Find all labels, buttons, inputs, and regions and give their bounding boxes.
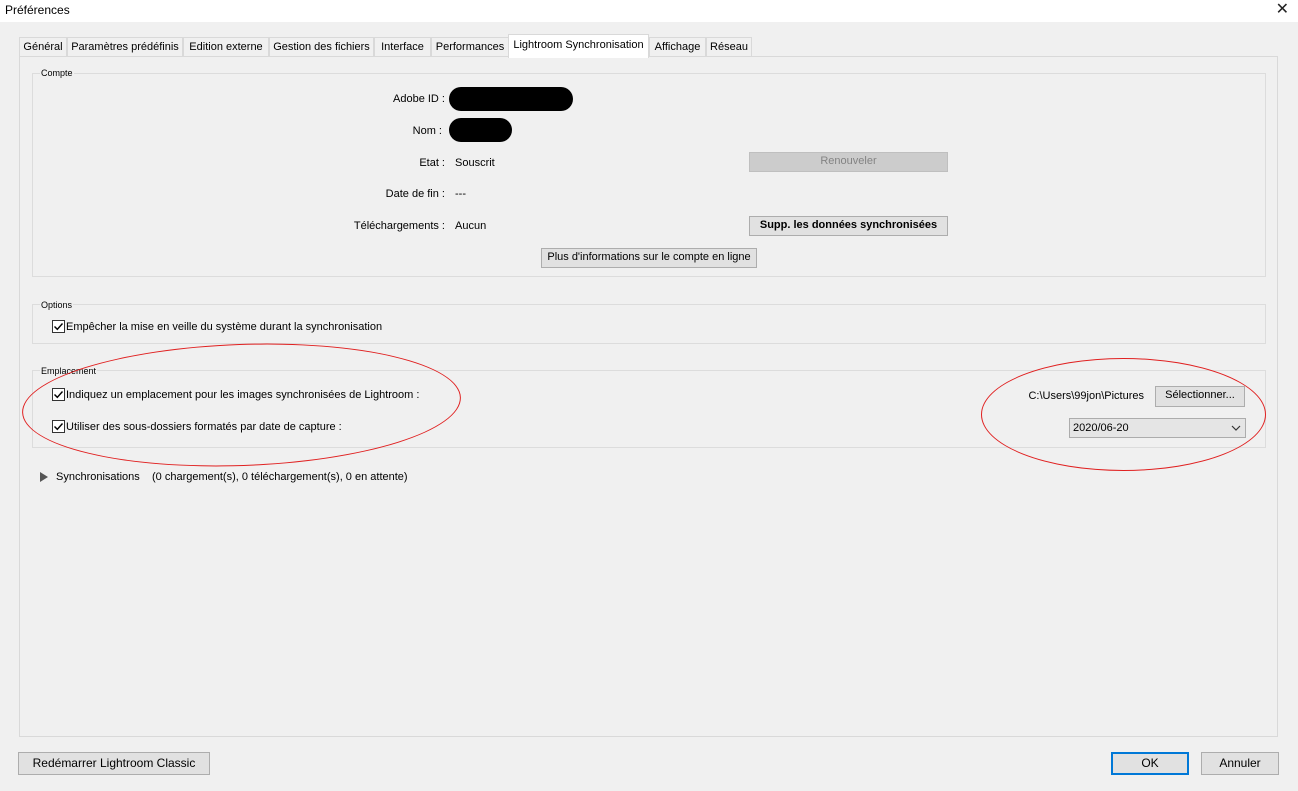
more-info-button[interactable]: Plus d'informations sur le compte en lig… (541, 248, 757, 268)
subfolders-checkbox[interactable] (52, 420, 65, 433)
checkmark-icon (54, 323, 64, 331)
downloads-label: Téléchargements : (353, 220, 445, 232)
date-format-value: 2020/06-20 (1073, 422, 1129, 434)
tab-presets[interactable]: Paramètres prédéfinis (67, 37, 183, 57)
title-bar: Préférences ✕ (0, 0, 1298, 22)
state-value: Souscrit (455, 157, 495, 169)
tab-file-handling[interactable]: Gestion des fichiers (269, 37, 374, 57)
options-group-label: Options (40, 300, 74, 310)
chevron-down-icon (1231, 419, 1241, 443)
tab-external-editing[interactable]: Edition externe (183, 37, 269, 57)
account-group-label: Compte (40, 68, 74, 78)
tab-panel: Compte Adobe ID : Nom : Etat : Souscrit … (19, 56, 1278, 737)
adobe-id-label: Adobe ID : (393, 93, 445, 105)
name-label: Nom : (412, 125, 442, 137)
tab-lightroom-sync[interactable]: Lightroom Synchronisation (508, 34, 649, 58)
delete-synced-data-button[interactable]: Supp. les données synchronisées (749, 216, 948, 236)
location-group-label: Emplacement (40, 366, 98, 376)
account-group (32, 73, 1266, 277)
prevent-sleep-label: Empêcher la mise en veille du système du… (66, 321, 383, 333)
date-format-dropdown[interactable]: 2020/06-20 (1069, 418, 1246, 438)
subfolders-label: Utiliser des sous-dossiers formatés par … (66, 421, 342, 433)
window-title: Préférences (5, 3, 70, 17)
end-date-value: --- (455, 188, 466, 200)
tab-general[interactable]: Général (19, 37, 67, 57)
downloads-value: Aucun (455, 220, 487, 232)
end-date-label: Date de fin : (385, 188, 445, 200)
name-redacted (449, 118, 512, 142)
tab-network[interactable]: Réseau (706, 37, 752, 57)
ok-button[interactable]: OK (1111, 752, 1189, 775)
renew-button[interactable]: Renouveler (749, 152, 948, 172)
adobe-id-redacted (449, 87, 573, 111)
tab-display[interactable]: Affichage (649, 37, 706, 57)
checkmark-icon (54, 423, 64, 431)
location-path: C:\Users\99jon\Pictures (1028, 390, 1144, 402)
cancel-button[interactable]: Annuler (1201, 752, 1279, 775)
sync-label[interactable]: Synchronisations (56, 471, 140, 483)
specify-location-checkbox[interactable] (52, 388, 65, 401)
restart-lightroom-button[interactable]: Redémarrer Lightroom Classic (18, 752, 210, 775)
state-label: Etat : (419, 157, 445, 169)
close-icon[interactable]: ✕ (1276, 0, 1289, 20)
prevent-sleep-checkbox[interactable] (52, 320, 65, 333)
tab-interface[interactable]: Interface (374, 37, 431, 57)
checkmark-icon (54, 391, 64, 399)
select-folder-button[interactable]: Sélectionner... (1155, 386, 1245, 407)
expand-triangle-icon[interactable] (40, 472, 48, 482)
tab-performance[interactable]: Performances (431, 37, 509, 57)
specify-location-label: Indiquez un emplacement pour les images … (66, 389, 420, 401)
sync-status: (0 chargement(s), 0 téléchargement(s), 0… (152, 471, 408, 483)
